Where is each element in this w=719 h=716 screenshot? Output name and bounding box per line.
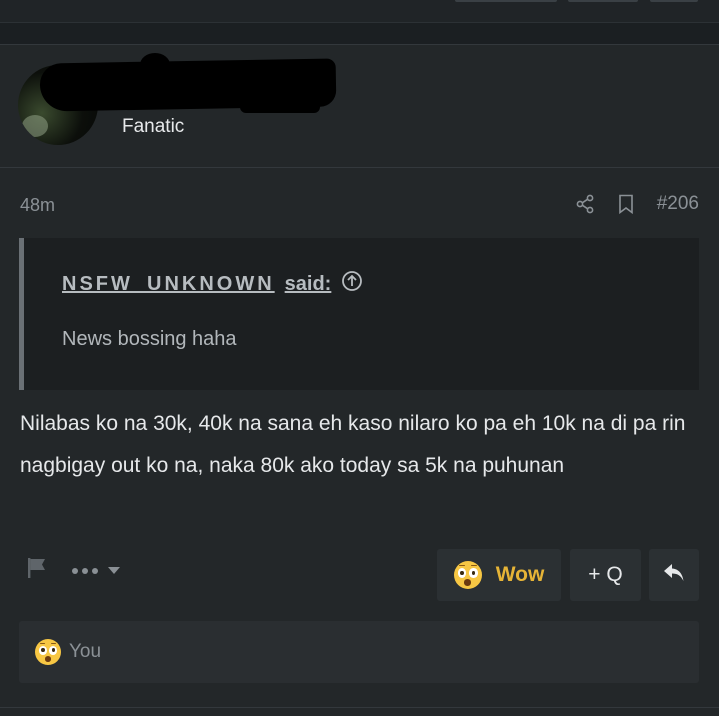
post-user-header: Fanatic <box>0 45 719 168</box>
reaction-user-list[interactable]: You <box>69 641 101 663</box>
post: Fanatic 48m #206 NSFW_UNKNOWN said: News… <box>0 44 719 716</box>
quote-block: NSFW_UNKNOWN said: News bossing haha <box>19 238 699 390</box>
top-tab-indicator <box>650 0 698 2</box>
user-title: Fanatic <box>122 116 185 137</box>
expand-quote-icon[interactable] <box>341 270 363 298</box>
reaction-label: Wow <box>495 563 545 586</box>
post-time[interactable]: 48m <box>20 195 55 216</box>
top-bar <box>0 0 719 23</box>
quote-body: News bossing haha <box>62 328 237 350</box>
reaction-button[interactable]: Wow <box>437 549 561 601</box>
reactions-bar[interactable]: You <box>19 621 699 683</box>
wow-emoji-icon <box>35 639 61 665</box>
quote-author-link[interactable]: NSFW_UNKNOWN <box>62 273 275 296</box>
more-icon[interactable] <box>72 567 120 574</box>
reply-icon <box>662 562 686 589</box>
reply-button[interactable] <box>649 549 699 601</box>
bookmark-icon[interactable] <box>617 194 635 214</box>
post-message: Nilabas ko na 30k, 40k na sana eh kaso n… <box>20 412 686 477</box>
wow-emoji-icon <box>453 561 482 589</box>
flag-icon[interactable] <box>26 557 48 584</box>
top-tab-indicator <box>568 0 638 2</box>
multi-quote-button[interactable]: + Q <box>570 549 641 601</box>
post-number[interactable]: #206 <box>657 193 699 215</box>
share-icon[interactable] <box>575 194 595 214</box>
quote-said-label: said: <box>284 272 332 295</box>
top-tab-indicator <box>455 0 557 2</box>
